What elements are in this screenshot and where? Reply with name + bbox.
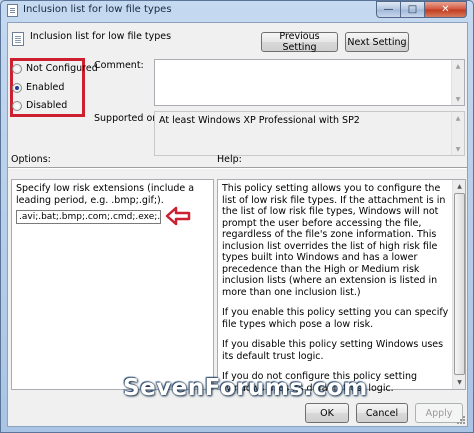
supported-on-field: At least Windows XP Professional with SP… bbox=[154, 111, 465, 156]
dialog-client-area: Inclusion list for low file types Previo… bbox=[7, 22, 468, 427]
minimize-button[interactable]: — bbox=[376, 1, 401, 18]
policy-title: Inclusion list for low file types bbox=[30, 31, 172, 42]
options-panel: Specify low risk extensions (include a l… bbox=[11, 179, 214, 390]
help-panel: This policy setting allows you to config… bbox=[217, 179, 466, 394]
radio-enabled-label: Enabled bbox=[26, 82, 65, 93]
low-risk-extensions-input[interactable]: .avi;.bat;.bmp;.com;.cmd;.exe;.gif;.htm;… bbox=[16, 210, 161, 224]
policy-document-icon bbox=[7, 4, 18, 17]
help-text: This policy setting allows you to config… bbox=[222, 183, 452, 403]
cancel-button[interactable]: Cancel bbox=[356, 403, 408, 423]
window-title: Inclusion list for low file types bbox=[23, 4, 172, 15]
help-paragraph: If you enable this policy setting you ca… bbox=[222, 307, 449, 330]
maximize-button[interactable]: □ bbox=[401, 1, 425, 18]
options-description: Specify low risk extensions (include a l… bbox=[16, 183, 195, 206]
help-scrollbar[interactable]: ▲ ▼ bbox=[452, 180, 465, 389]
comment-label: Comment: bbox=[94, 60, 144, 71]
scroll-down-icon[interactable]: ▼ bbox=[454, 377, 465, 388]
comment-scrollbar[interactable]: ▲ ▼ bbox=[451, 60, 464, 105]
supported-on-label: Supported on: bbox=[94, 113, 162, 124]
supported-scrollbar[interactable]: ▲ ▼ bbox=[451, 112, 464, 155]
help-paragraph: This policy setting allows you to config… bbox=[222, 183, 446, 298]
radio-disabled-circle[interactable] bbox=[12, 100, 22, 111]
resize-grip-icon[interactable] bbox=[456, 415, 466, 425]
radio-disabled-label: Disabled bbox=[26, 100, 68, 111]
scroll-down-icon[interactable]: ▼ bbox=[452, 93, 464, 105]
previous-setting-button[interactable]: Previous Setting bbox=[261, 31, 338, 53]
options-label: Options: bbox=[11, 154, 51, 165]
radio-disabled[interactable]: Disabled bbox=[12, 100, 67, 111]
help-label: Help: bbox=[217, 154, 242, 165]
sevenforums-watermark: SevenForums.com bbox=[123, 375, 368, 401]
radio-not-configured-label: Not Configured bbox=[26, 63, 98, 74]
radio-not-configured[interactable]: Not Configured bbox=[12, 63, 98, 74]
scroll-down-icon[interactable]: ▼ bbox=[452, 143, 464, 155]
radio-enabled-circle[interactable] bbox=[12, 82, 22, 93]
next-setting-button[interactable]: Next Setting bbox=[345, 32, 409, 52]
radio-not-configured-circle[interactable] bbox=[12, 63, 22, 74]
scroll-up-icon[interactable]: ▲ bbox=[454, 181, 465, 192]
supported-on-value: At least Windows XP Professional with SP… bbox=[159, 115, 360, 126]
policy-dialog-window: Inclusion list for low file types — □ ✕ … bbox=[0, 0, 474, 433]
red-arrow-left-icon bbox=[165, 206, 191, 226]
title-bar[interactable]: Inclusion list for low file types — □ ✕ bbox=[1, 1, 473, 21]
scroll-up-icon[interactable]: ▲ bbox=[452, 60, 464, 72]
caption-buttons: — □ ✕ bbox=[376, 1, 467, 19]
close-button[interactable]: ✕ bbox=[425, 1, 467, 18]
section-divider bbox=[8, 167, 467, 168]
ok-button[interactable]: OK bbox=[305, 403, 349, 423]
radio-enabled[interactable]: Enabled bbox=[12, 82, 64, 93]
comment-textarea[interactable]: ▲ ▼ bbox=[154, 59, 465, 106]
scroll-up-icon[interactable]: ▲ bbox=[452, 112, 464, 124]
help-paragraph: If you disable this policy setting Windo… bbox=[222, 339, 444, 362]
policy-setting-icon bbox=[12, 32, 24, 46]
help-scroll-thumb[interactable] bbox=[454, 193, 465, 375]
